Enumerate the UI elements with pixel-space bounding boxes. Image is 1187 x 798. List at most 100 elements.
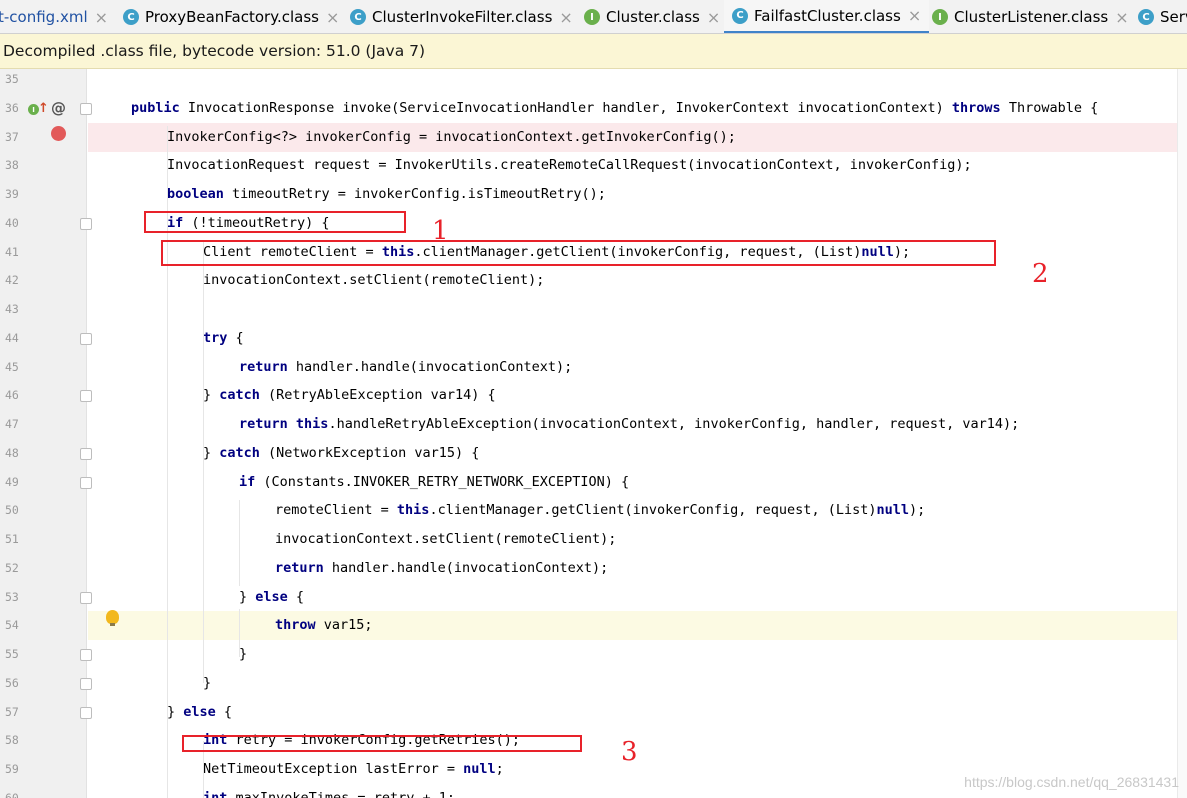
fold-marker-icon[interactable] bbox=[80, 476, 92, 489]
code-line[interactable]: 57 } else { bbox=[0, 698, 1187, 727]
annotation-box-2 bbox=[161, 240, 996, 266]
code-text: invocationContext.setClient(remoteClient… bbox=[275, 525, 616, 554]
code-token: } bbox=[203, 674, 212, 691]
close-icon[interactable]: × bbox=[707, 8, 720, 27]
close-icon[interactable]: × bbox=[559, 8, 572, 27]
line-number: 43 bbox=[5, 302, 19, 316]
fold-marker-icon[interactable] bbox=[80, 591, 92, 604]
code-token: remoteClient = bbox=[275, 502, 397, 519]
interface-icon: I bbox=[932, 9, 948, 25]
code-token: } bbox=[239, 646, 248, 662]
line-number: 47 bbox=[5, 417, 19, 431]
code-text: } else { bbox=[167, 698, 232, 727]
fold-marker-icon[interactable] bbox=[80, 677, 92, 690]
tab-cluster-invoke-filter[interactable]: C ClusterInvokeFilter.class × bbox=[350, 0, 573, 33]
code-editor[interactable]: 35 36 public InvocationResponse invoke(Ser… bbox=[0, 69, 1187, 798]
code-token: handler.handle(invocationContext); bbox=[287, 358, 573, 375]
code-token: } bbox=[203, 444, 220, 461]
code-line[interactable]: 51 invocationContext.setClient(remoteClie… bbox=[0, 525, 1187, 554]
code-line[interactable]: 56} bbox=[0, 669, 1187, 698]
tab-config-xml[interactable]: t-config.xml × bbox=[0, 0, 108, 33]
annotation-at-icon[interactable]: @ bbox=[51, 99, 66, 117]
override-arrow-icon[interactable]: ↑ bbox=[38, 102, 49, 115]
indent-guide bbox=[239, 609, 240, 657]
code-line[interactable]: 48} catch (NetworkException var15) { bbox=[0, 439, 1187, 468]
code-text: InvokerConfig<?> invokerConfig = invocat… bbox=[167, 123, 736, 152]
class-icon: C bbox=[1138, 9, 1154, 25]
annotation-label-1: 1 bbox=[432, 216, 449, 246]
editor-tab-bar: t-config.xml × C ProxyBeanFactory.class … bbox=[0, 0, 1187, 34]
annotation-label-3: 3 bbox=[621, 737, 638, 767]
code-text: InvocationRequest request = InvokerUtils… bbox=[167, 151, 972, 180]
code-token: InvokerConfig<?> invokerConfig = invocat… bbox=[167, 128, 736, 145]
code-line[interactable]: 46} catch (RetryAbleException var14) { bbox=[0, 381, 1187, 410]
class-icon: C bbox=[732, 7, 748, 24]
code-line[interactable]: 50 remoteClient = this.clientManager.getC… bbox=[0, 496, 1187, 525]
code-text: remoteClient = this.clientManager.getCli… bbox=[275, 496, 925, 525]
tab-failfast-cluster[interactable]: C FailfastCluster.class × bbox=[724, 0, 930, 33]
code-line[interactable]: 35 bbox=[0, 69, 1187, 94]
code-text: } bbox=[239, 640, 247, 669]
code-token: (RetryAbleException var14) { bbox=[259, 387, 496, 404]
fold-marker-icon[interactable] bbox=[80, 332, 92, 345]
vertical-scrollbar[interactable] bbox=[1177, 69, 1187, 798]
tab-label: Serv bbox=[1160, 8, 1187, 26]
close-icon[interactable]: × bbox=[326, 8, 339, 27]
code-line[interactable]: 54 throw var15; bbox=[0, 611, 1187, 641]
tab-proxy-bean-factory[interactable]: C ProxyBeanFactory.class × bbox=[123, 0, 339, 33]
code-token: { bbox=[287, 588, 305, 605]
watermark-text: https://blog.csdn.net/qq_26831431 bbox=[964, 774, 1179, 790]
code-token: handler.handle(invocationContext); bbox=[323, 559, 609, 576]
line-number: 54 bbox=[5, 618, 19, 633]
class-icon: C bbox=[123, 9, 139, 25]
light-bulb-icon[interactable] bbox=[106, 610, 119, 626]
code-token: InvocationResponse invoke(ServiceInvocat… bbox=[179, 99, 952, 116]
tab-cluster[interactable]: I Cluster.class × bbox=[584, 0, 720, 33]
code-token: invocationContext.setClient(remoteClient… bbox=[275, 531, 617, 547]
annotation-box-3 bbox=[182, 735, 582, 752]
code-line[interactable]: 58 int retry = invokerConfig.getRetries()… bbox=[0, 726, 1187, 755]
code-line[interactable]: 39 boolean timeoutRetry = invokerConfig.i… bbox=[0, 180, 1187, 209]
code-line[interactable]: 52 return handler.handle(invocationContex… bbox=[0, 554, 1187, 583]
close-icon[interactable]: × bbox=[908, 6, 921, 25]
line-number: 57 bbox=[5, 704, 19, 719]
code-line[interactable]: 47 return this.handleRetryAbleException(i… bbox=[0, 410, 1187, 439]
code-line[interactable]: 38 InvocationRequest request = InvokerUti… bbox=[0, 151, 1187, 180]
tab-serv[interactable]: C Serv bbox=[1138, 0, 1187, 33]
fold-marker-icon[interactable] bbox=[80, 649, 92, 661]
code-line[interactable]: 49 if (Constants.INVOKER_RETRY_NETWORK_EX… bbox=[0, 468, 1187, 497]
keyword-token: if bbox=[239, 473, 256, 490]
code-token: maxInvokeTimes = retry + 1; bbox=[227, 789, 455, 798]
keyword-token: this bbox=[396, 502, 430, 519]
line-number: 45 bbox=[5, 359, 19, 374]
code-line[interactable]: 44 try { bbox=[0, 324, 1187, 353]
fold-marker-icon[interactable] bbox=[80, 217, 92, 230]
interface-icon: I bbox=[584, 9, 600, 25]
close-icon[interactable]: × bbox=[95, 8, 108, 27]
code-line[interactable]: 37 InvokerConfig<?> invokerConfig = invoc… bbox=[0, 122, 1187, 152]
line-number: 56 bbox=[5, 675, 19, 690]
fold-marker-icon[interactable] bbox=[80, 390, 92, 403]
code-line[interactable]: 43 bbox=[0, 295, 1187, 324]
fold-marker-icon[interactable] bbox=[80, 706, 92, 719]
keyword-token: int bbox=[203, 789, 228, 798]
code-line[interactable]: 53} else { bbox=[0, 583, 1187, 612]
keyword-token: else bbox=[255, 588, 288, 605]
line-number: 41 bbox=[5, 244, 19, 259]
fold-marker-icon[interactable] bbox=[80, 447, 92, 460]
code-line[interactable]: 55} bbox=[0, 640, 1187, 669]
code-line[interactable]: 42 invocationContext.setClient(remoteClie… bbox=[0, 266, 1187, 295]
code-token: NetTimeoutException lastError = bbox=[203, 761, 464, 777]
indent-guide bbox=[239, 500, 240, 586]
fold-marker-icon[interactable] bbox=[80, 102, 92, 115]
tab-cluster-listener[interactable]: I ClusterListener.class × bbox=[932, 0, 1129, 33]
code-line[interactable]: 36 public InvocationResponse invoke(Servi… bbox=[0, 94, 1187, 123]
keyword-token: throws bbox=[951, 99, 1001, 116]
tab-label: t-config.xml bbox=[0, 8, 88, 26]
breakpoint-icon[interactable] bbox=[51, 126, 66, 141]
code-text: return handler.handle(invocationContext)… bbox=[275, 554, 608, 583]
close-icon[interactable]: × bbox=[1115, 8, 1128, 27]
code-line[interactable]: 45 return handler.handle(invocationContex… bbox=[0, 353, 1187, 382]
code-token: } bbox=[239, 588, 256, 605]
code-text: } catch (NetworkException var15) { bbox=[203, 439, 479, 468]
